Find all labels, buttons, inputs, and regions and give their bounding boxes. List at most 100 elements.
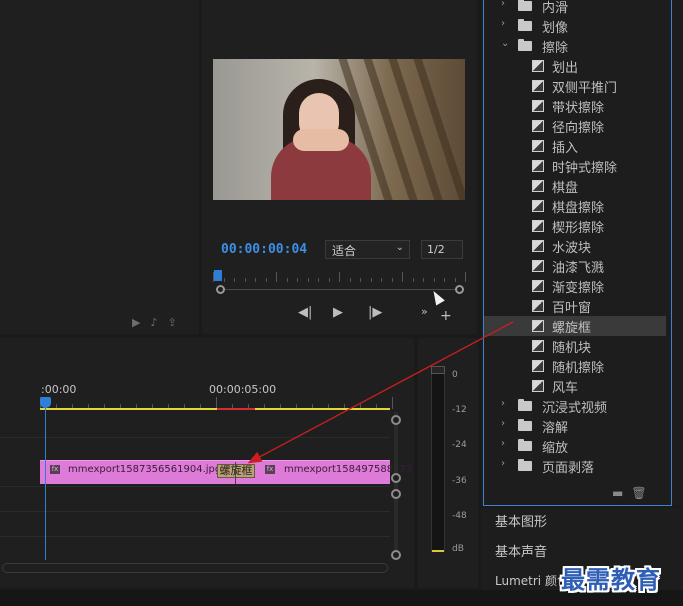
track-zoom-handle[interactable] [391, 473, 401, 483]
resolution-dropdown[interactable]: 1/2 [421, 240, 463, 259]
ruler-tick [318, 278, 319, 282]
track-zoom-handle[interactable] [391, 489, 401, 499]
effect-item-15[interactable]: 随机擦除 [484, 356, 666, 376]
step-back-icon[interactable]: ◀| [298, 305, 312, 320]
effects-folder-bottom-3[interactable]: › 页面剥落 [484, 456, 666, 476]
timeline-ruler[interactable] [40, 395, 393, 409]
chevron-right-icon[interactable]: › [501, 418, 505, 429]
ruler-tick [307, 278, 309, 282]
effect-label: 风车 [552, 381, 579, 396]
chevron-right-icon[interactable]: › [501, 0, 505, 9]
transition-icon [532, 80, 544, 92]
effect-item-2[interactable]: 带状擦除 [484, 96, 666, 116]
ruler-tick [297, 278, 298, 282]
timeline-playhead[interactable] [40, 397, 51, 408]
effect-item-16[interactable]: 风车 [484, 376, 666, 396]
audio-meter-bar [431, 366, 445, 552]
effects-folder-top-2[interactable]: ⌄ 擦除 [484, 36, 666, 56]
program-time-ruler[interactable] [213, 270, 466, 282]
effects-folder-top-1[interactable]: › 划像 [484, 16, 666, 36]
chevron-down-icon: ⌄ [395, 242, 404, 253]
effect-item-11[interactable]: 渐变擦除 [484, 276, 666, 296]
timeline-clip-1[interactable]: fx mmexport1587356561904.jpg [40, 460, 221, 484]
audio-meter-peak [431, 366, 445, 374]
effects-folder-bottom-2[interactable]: › 缩放 [484, 436, 666, 456]
step-forward-icon[interactable]: |▶ [368, 305, 382, 320]
effect-item-13[interactable]: 螺旋框 [484, 316, 666, 336]
effect-label: 带状擦除 [552, 101, 605, 116]
effect-label: 插入 [552, 141, 579, 156]
effects-folder-bottom-1[interactable]: › 溶解 [484, 416, 666, 436]
ruler-tick [265, 278, 267, 282]
meter-label: -24 [452, 440, 467, 450]
effect-label: 随机擦除 [552, 361, 605, 376]
panel-essential-graphics[interactable]: 基本图形 [495, 511, 547, 530]
overwrite-icon[interactable]: » [421, 305, 428, 318]
export-frame-icon[interactable]: ⇪ [167, 316, 186, 329]
effect-item-0[interactable]: 划出 [484, 56, 666, 76]
timeline-playhead-line [45, 408, 46, 560]
effect-item-7[interactable]: 棋盘擦除 [484, 196, 666, 216]
ruler-tick [454, 278, 456, 282]
folder-icon[interactable]: ▬ [612, 486, 631, 500]
effect-label: 双侧平推门 [552, 81, 618, 96]
transition-icon [532, 300, 544, 312]
track-divider [0, 511, 390, 512]
zoom-handle-left[interactable] [216, 285, 225, 294]
insert-icon[interactable]: ▶♪ [132, 316, 167, 329]
track-zoom-handle[interactable] [391, 415, 401, 425]
program-zoom-scrollbar[interactable] [218, 289, 460, 290]
ruler-tick [433, 278, 435, 282]
fit-dropdown[interactable]: 适合 ⌄ [325, 240, 410, 259]
effect-item-14[interactable]: 随机块 [484, 336, 666, 356]
effect-item-1[interactable]: 双侧平推门 [484, 76, 666, 96]
effect-label: 棋盘擦除 [552, 201, 605, 216]
transition-iris-box[interactable]: 螺旋框 [217, 464, 255, 478]
effect-item-12[interactable]: 百叶窗 [484, 296, 666, 316]
ruler-tick [223, 278, 225, 282]
folder-icon [518, 459, 532, 471]
panel-lumetri-color[interactable]: Lumetri 颜色 [495, 572, 569, 589]
ruler-tick [286, 278, 288, 282]
transition-icon [532, 360, 544, 372]
effects-folder-top-0[interactable]: › 内滑 [484, 0, 666, 16]
transition-icon [532, 260, 544, 272]
chevron-right-icon[interactable]: › [501, 18, 505, 29]
work-area-bar[interactable] [40, 408, 390, 410]
chevron-right-icon[interactable]: › [501, 398, 505, 409]
effect-item-10[interactable]: 油漆飞溅 [484, 256, 666, 276]
timeline-horizontal-scrollbar[interactable] [2, 563, 388, 573]
ruler-tick [392, 397, 393, 409]
effect-item-4[interactable]: 插入 [484, 136, 666, 156]
chevron-down-icon[interactable]: ⌄ [501, 38, 509, 49]
delete-icon[interactable]: 🗑 [631, 486, 654, 500]
effects-folder-bottom-0[interactable]: › 沉浸式视频 [484, 396, 666, 416]
chevron-right-icon[interactable]: › [501, 438, 505, 449]
ruler-tick [391, 278, 393, 282]
panel-essential-sound[interactable]: 基本声音 [495, 541, 547, 560]
track-zoom-handle[interactable] [391, 550, 401, 560]
folder-label: 划像 [542, 21, 569, 36]
folder-label: 沉浸式视频 [542, 401, 608, 416]
ruler-tick [381, 278, 382, 282]
effect-item-5[interactable]: 时钟式擦除 [484, 156, 666, 176]
program-timecode[interactable]: 00:00:00:04 [221, 242, 307, 257]
ruler-tick [276, 272, 277, 282]
play-icon[interactable]: ▶ [333, 305, 343, 320]
timeline-clip-2[interactable]: fx mmexport158497588573 [255, 460, 412, 484]
track-divider [0, 437, 390, 438]
fit-dropdown-value: 适合 [332, 244, 357, 258]
add-icon[interactable]: + [440, 308, 452, 324]
effect-item-9[interactable]: 水波块 [484, 236, 666, 256]
watermark-logo: 最需教育 [561, 565, 661, 594]
source-monitor-icons: ▶♪⇪ [132, 316, 187, 329]
program-playhead[interactable] [214, 270, 222, 281]
folder-icon [518, 439, 532, 451]
effect-item-6[interactable]: 棋盘 [484, 176, 666, 196]
zoom-handle-right[interactable] [455, 285, 464, 294]
effect-item-3[interactable]: 径向擦除 [484, 116, 666, 136]
folder-label: 页面剥落 [542, 461, 595, 476]
effect-item-8[interactable]: 楔形擦除 [484, 216, 666, 236]
chevron-right-icon[interactable]: › [501, 458, 505, 469]
timeline-vertical-scrollbar[interactable] [394, 412, 398, 560]
